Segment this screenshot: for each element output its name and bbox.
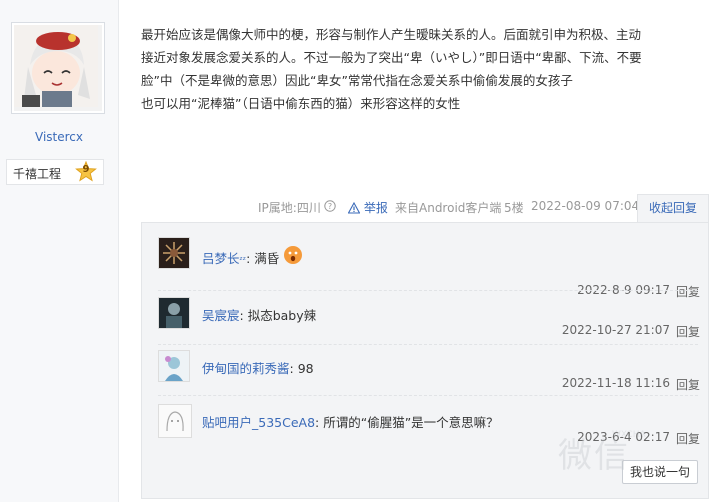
comment-content: 满昏 <box>254 251 280 266</box>
client-source: 来自Android客户端 <box>395 201 502 215</box>
post-time: 2022-08-09 07:04 <box>531 199 640 213</box>
comment-time: 2022-10-27 21:07 <box>561 323 670 337</box>
report-label: 举报 <box>363 201 388 215</box>
comment-content: 98 <box>297 361 314 376</box>
comment-reply-link[interactable]: 回复 <box>676 283 700 300</box>
level-number: 9 <box>82 164 90 175</box>
comment-reply-link[interactable]: 回复 <box>676 376 700 393</box>
comment-line: 伊甸国的莉秀酱: 98 <box>202 361 314 376</box>
report-link[interactable]: 举报 <box>348 199 388 216</box>
author-sidebar: Vistercx 千禧工程 9 <box>0 0 119 502</box>
post-content: 最开始应该是偶像大师中的梗，形容与制作人产生暧昧关系的人。后面就引申为积极、主动… <box>141 23 706 115</box>
comment-reply-link[interactable]: 回复 <box>676 323 700 340</box>
warning-icon <box>348 202 360 214</box>
ip-location: IP属地:四川 <box>258 201 321 215</box>
post-paragraph: 接近对象发展念爱关系的人。不过一般为了突出“卑（いやし）”即日语中“卑鄙、下流、… <box>141 50 642 65</box>
svg-text:?: ? <box>328 202 332 211</box>
comment-user[interactable]: 吴宸宸 <box>202 308 240 323</box>
say-something-button[interactable]: 我也说一句 <box>622 460 698 484</box>
comment-avatar[interactable] <box>158 404 192 438</box>
author-name[interactable]: Vistercx <box>0 130 118 144</box>
comment-user[interactable]: 吕梦长 <box>202 251 240 266</box>
divider <box>158 395 698 396</box>
comment-content: 拟态baby辣 <box>247 308 317 323</box>
comment-reply-link[interactable]: 回复 <box>676 430 700 447</box>
comment-list: 吕梦长ᶻᶻ: 满昏 2022-8-9 09:17 回复 吴宸宸: 拟态baby辣… <box>141 222 709 499</box>
comment-line: 贴吧用户_535CeA8: 所谓的“偷腥猫”是一个意思嘛？ <box>202 415 499 430</box>
divider <box>158 344 698 345</box>
level-name: 千禧工程 <box>13 167 62 181</box>
author-avatar[interactable] <box>11 22 105 114</box>
post-paragraph: 脸”中（不是卑微的意思）因此“卑女”常常代指在念爱关系中偷偷发展的女孩子 <box>141 73 573 88</box>
comment-time: 2022-11-18 11:16 <box>561 376 670 390</box>
post-paragraph: 也可以用“泥棒猫”（日语中偷东西的猫）来形容这样的女性 <box>141 96 461 111</box>
collapse-reply-button[interactable]: 收起回复 <box>637 194 709 222</box>
comment-content: 所谓的“偷腥猫”是一个意思嘛？ <box>323 415 499 430</box>
floor-number: 5楼 <box>504 201 524 215</box>
comment-line: 吴宸宸: 拟态baby辣 <box>202 308 317 323</box>
level-badge[interactable]: 千禧工程 9 <box>6 159 104 185</box>
help-icon[interactable]: ? <box>324 199 336 213</box>
comment-line: 吕梦长ᶻᶻ: 满昏 <box>202 245 303 267</box>
comment-user[interactable]: 伊甸国的莉秀酱 <box>202 361 290 376</box>
comment-time: 2023-6-4 02:17 <box>577 430 670 444</box>
surprised-face-emoji-icon <box>284 246 303 264</box>
post-paragraph: 最开始应该是偶像大师中的梗，形容与制作人产生暧昧关系的人。后面就引申为积极、主动 <box>141 27 642 42</box>
comment-avatar[interactable] <box>158 237 190 269</box>
comment-avatar[interactable] <box>158 297 190 329</box>
divider <box>158 290 698 291</box>
comment-avatar[interactable] <box>158 350 190 382</box>
comment-user[interactable]: 贴吧用户_535CeA8 <box>202 415 315 430</box>
anime-avatar-icon <box>14 25 102 111</box>
